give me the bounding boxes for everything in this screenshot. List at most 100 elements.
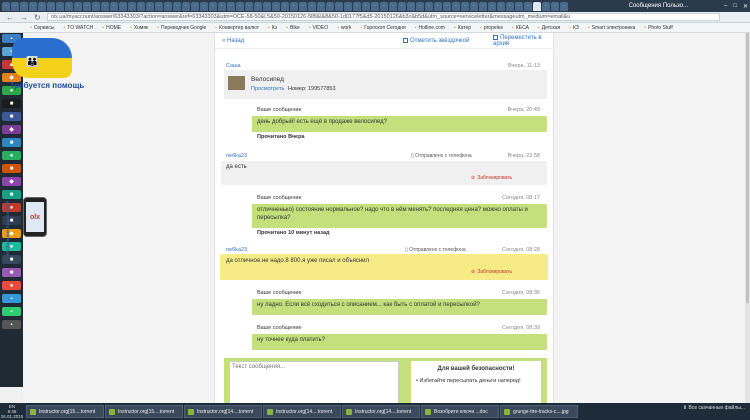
browser-tab[interactable]: ·: [470, 1, 478, 11]
dock-app-icon[interactable]: ▪: [2, 307, 21, 316]
download-item[interactable]: Instructor.org[14....torrent: [184, 405, 262, 418]
listing-view-link[interactable]: Просмотреть: [251, 86, 284, 92]
browser-tab[interactable]: ·: [389, 1, 397, 11]
browser-tab[interactable]: ·: [47, 1, 55, 11]
download-item[interactable]: Instructor.org[15....torrent: [26, 405, 104, 418]
mobile-app-promo[interactable]: olx Мобильное приложение: [5, 195, 61, 267]
browser-tab[interactable]: ·: [326, 1, 334, 11]
back-link[interactable]: « Назад: [222, 38, 244, 44]
url-input[interactable]: olx.ua/myaccount/answer/63343303/?action…: [46, 13, 720, 21]
browser-tab[interactable]: ·: [173, 1, 181, 11]
browser-tab[interactable]: ·: [461, 1, 469, 11]
browser-tab[interactable]: ·: [281, 1, 289, 11]
browser-tab[interactable]: ·: [344, 1, 352, 11]
browser-tab[interactable]: ·: [200, 1, 208, 11]
bookmark[interactable]: КЕСА: [512, 25, 529, 31]
browser-tab[interactable]: ·: [110, 1, 118, 11]
bookmark[interactable]: Катер: [454, 25, 471, 31]
browser-tab[interactable]: ·: [308, 1, 316, 11]
browser-tab[interactable]: ·: [353, 1, 361, 11]
bookmark[interactable]: Кэ: [268, 25, 277, 31]
bookmark[interactable]: Bike: [286, 25, 300, 31]
download-item[interactable]: Instructor.org[14....torrent: [263, 405, 341, 418]
browser-tab[interactable]: ·: [317, 1, 325, 11]
download-item[interactable]: Instructor.org[15....torrent: [105, 405, 183, 418]
dock-app-icon[interactable]: ◆: [2, 177, 21, 186]
browser-tab[interactable]: ·: [20, 1, 28, 11]
reload-icon[interactable]: ↻: [34, 13, 41, 22]
browser-tab[interactable]: ·: [524, 1, 532, 11]
browser-tab[interactable]: ·: [488, 1, 496, 11]
dock-app-icon[interactable]: ■: [2, 164, 21, 173]
browser-tab[interactable]: ·: [155, 1, 163, 11]
browser-tab[interactable]: ·: [38, 1, 46, 11]
browser-tab[interactable]: ·: [263, 1, 271, 11]
download-item[interactable]: Instructor.org[14....torrent: [342, 405, 420, 418]
listing-user[interactable]: Саша: [226, 63, 241, 69]
browser-tab[interactable]: ·: [335, 1, 343, 11]
browser-tab[interactable]: ·: [542, 1, 550, 11]
browser-tab[interactable]: ·: [164, 1, 172, 11]
browser-tab[interactable]: ·: [443, 1, 451, 11]
block-user-link[interactable]: Заблокировать: [471, 269, 512, 275]
bookmark[interactable]: Переводчик Google: [157, 25, 206, 31]
browser-tab[interactable]: ·: [371, 1, 379, 11]
browser-tab[interactable]: ·: [227, 1, 235, 11]
browser-tab[interactable]: ·: [272, 1, 280, 11]
all-downloads-link[interactable]: ⬇ Все скачанные файлы...: [683, 405, 745, 411]
browser-tab[interactable]: ·: [74, 1, 82, 11]
browser-tab[interactable]: ·: [299, 1, 307, 11]
browser-tab[interactable]: ·: [119, 1, 127, 11]
dock-app-icon[interactable]: ■: [2, 268, 21, 277]
bookmark[interactable]: VIDEO: [309, 25, 329, 31]
download-item[interactable]: grunge-tire-tracks-c....jpg: [500, 405, 578, 418]
listing-title[interactable]: Велосипед: [251, 76, 284, 83]
bookmark[interactable]: Hotline.com: [415, 25, 445, 31]
browser-tab[interactable]: ·: [182, 1, 190, 11]
browser-tab[interactable]: ·: [398, 1, 406, 11]
browser-tab[interactable]: ·: [29, 1, 37, 11]
archive-button[interactable]: Переместить в архив: [493, 34, 555, 47]
browser-tab[interactable]: ·: [551, 1, 559, 11]
browser-tab[interactable]: ·: [425, 1, 433, 11]
dock-app-icon[interactable]: ■: [2, 138, 21, 147]
browser-tab[interactable]: ·: [137, 1, 145, 11]
listing-card[interactable]: Велосипед Просмотреть Номер: 199577853: [224, 70, 547, 99]
maximize-icon[interactable]: □: [733, 3, 737, 9]
sender-name[interactable]: ne6ka23: [226, 153, 247, 159]
favorite-button[interactable]: Отметить звёздочкой: [403, 37, 469, 44]
browser-tab[interactable]: ·: [92, 1, 100, 11]
browser-tab[interactable]: ·: [407, 1, 415, 11]
browser-tab[interactable]: ·: [245, 1, 253, 11]
scrollbar-thumb[interactable]: [746, 33, 749, 303]
browser-tab[interactable]: ·: [452, 1, 460, 11]
browser-tab[interactable]: ·: [218, 1, 226, 11]
browser-tab[interactable]: ·: [83, 1, 91, 11]
browser-tab[interactable]: ·: [11, 1, 19, 11]
browser-tab[interactable]: ·: [101, 1, 109, 11]
browser-tab[interactable]: ·: [560, 1, 568, 11]
page-scrollbar[interactable]: [745, 33, 750, 403]
browser-tab[interactable]: ·: [146, 1, 154, 11]
browser-tab[interactable]: ·: [506, 1, 514, 11]
browser-tab[interactable]: ·: [65, 1, 73, 11]
bookmark[interactable]: Детская: [538, 25, 561, 31]
browser-tab[interactable]: ·: [236, 1, 244, 11]
download-item[interactable]: Возобрите ключи ...doc: [421, 405, 499, 418]
browser-tab[interactable]: ·: [380, 1, 388, 11]
dock-app-icon[interactable]: ▪: [2, 294, 21, 303]
back-arrow-icon[interactable]: ←: [6, 13, 14, 22]
bookmark[interactable]: work: [337, 25, 352, 31]
browser-tab[interactable]: ·: [416, 1, 424, 11]
browser-tab[interactable]: ·: [479, 1, 487, 11]
browser-tab[interactable]: ·: [515, 1, 523, 11]
close-icon[interactable]: ✕: [743, 3, 748, 10]
browser-tab[interactable]: ·: [497, 1, 505, 11]
dock-app-icon[interactable]: ●: [2, 281, 21, 290]
minimize-icon[interactable]: –: [724, 3, 727, 9]
browser-tab[interactable]: ·: [362, 1, 370, 11]
browser-tab[interactable]: ·: [209, 1, 217, 11]
block-user-link[interactable]: Заблокировать: [471, 175, 512, 181]
bookmark[interactable]: Smart электроника: [588, 25, 636, 31]
dock-app-icon[interactable]: ●: [2, 151, 21, 160]
